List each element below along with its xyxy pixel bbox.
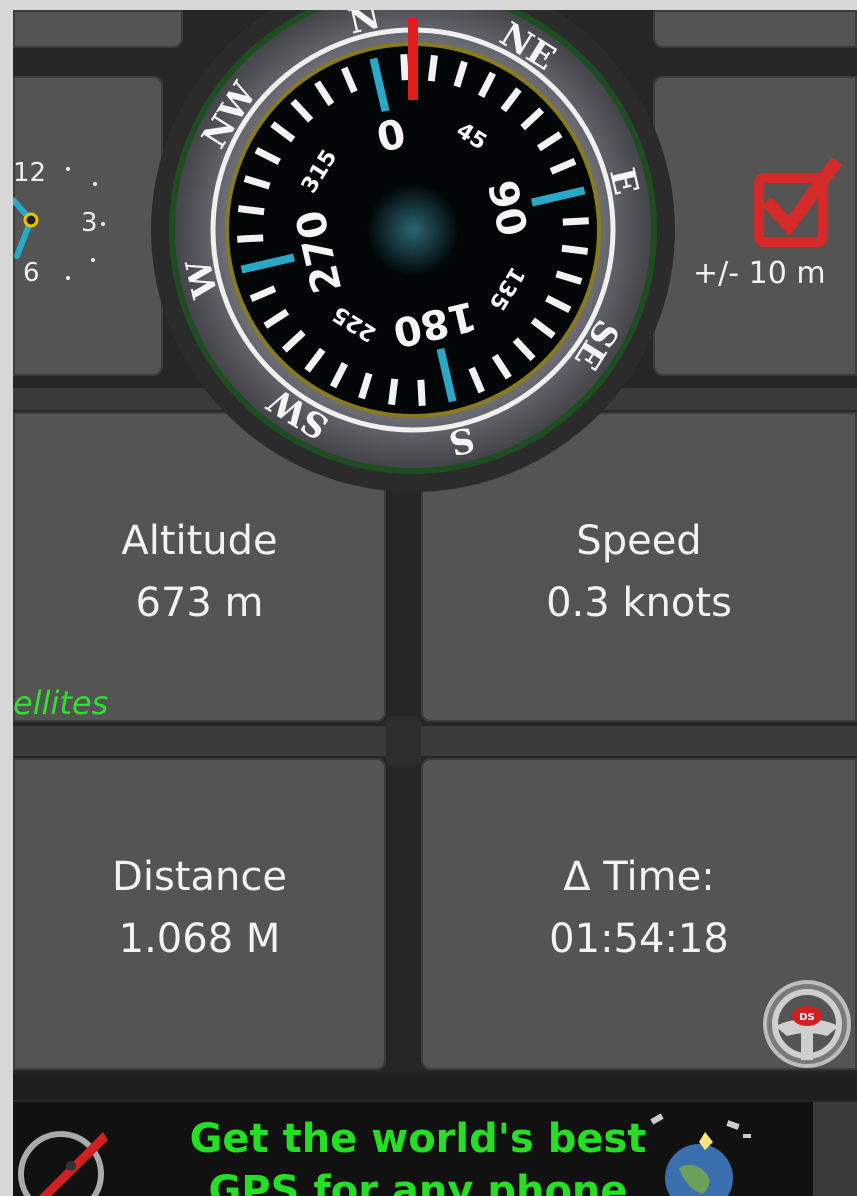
compass-tick xyxy=(417,379,426,406)
delta-time-value: 01:54:18 xyxy=(549,916,729,962)
altitude-value: 673 m xyxy=(135,580,264,626)
compass[interactable]: 0 45 90 135 180 225 270 315 N NE E SE S SW W NW xyxy=(143,10,703,502)
distance-value: 1.068 M xyxy=(118,916,281,962)
analog-clock: 12 3 6 xyxy=(13,156,163,306)
separator-middle xyxy=(13,726,857,756)
compass-dial: 0 4590135180225270315 N NEESESSWWNW xyxy=(151,10,675,492)
compass-tick xyxy=(561,244,589,255)
clock-panel[interactable]: 12 3 6 xyxy=(13,76,163,376)
steering-badge-text: DS xyxy=(799,1012,815,1023)
cross-joint xyxy=(386,716,421,766)
steering-wheel-icon: DS xyxy=(763,980,851,1068)
separator-bottom xyxy=(13,1074,857,1100)
globe-satellite-icon xyxy=(650,1113,751,1196)
checkbox-checked-icon[interactable] xyxy=(753,158,843,248)
ad-line-2: GPS for any phone xyxy=(208,1168,628,1196)
distance-label: Distance xyxy=(112,854,287,900)
compass-tick xyxy=(388,378,399,406)
compass-tick xyxy=(562,217,589,226)
compass-tick xyxy=(400,54,409,81)
compass-tick xyxy=(237,234,264,243)
speed-label: Speed xyxy=(576,518,702,564)
satellites-text: ellites xyxy=(13,684,109,722)
compass-icon xyxy=(18,1131,108,1196)
speed-value: 0.3 knots xyxy=(546,580,732,626)
ad-line-1: Get the world's best xyxy=(189,1116,647,1162)
compass-tick xyxy=(427,54,438,82)
delta-time-tile[interactable]: Δ Time: 01:54:18 DS xyxy=(421,758,857,1070)
distance-tile[interactable]: Distance 1.068 M xyxy=(13,758,386,1070)
steering-wheel-button[interactable]: DS xyxy=(761,978,853,1070)
clock-hands-icon xyxy=(13,167,105,280)
compass-tick xyxy=(237,205,265,216)
delta-time-label: Δ Time: xyxy=(563,854,715,900)
altitude-label: Altitude xyxy=(121,518,278,564)
ad-right-bar xyxy=(813,1102,857,1196)
accuracy-value: +/- 10 m xyxy=(693,256,826,291)
gps-dashboard: 12 3 6 +/- 10 m Altitude 673 m ellites S… xyxy=(13,10,857,1196)
ad-banner[interactable]: Get the world's best GPS for any phone xyxy=(13,1102,857,1196)
